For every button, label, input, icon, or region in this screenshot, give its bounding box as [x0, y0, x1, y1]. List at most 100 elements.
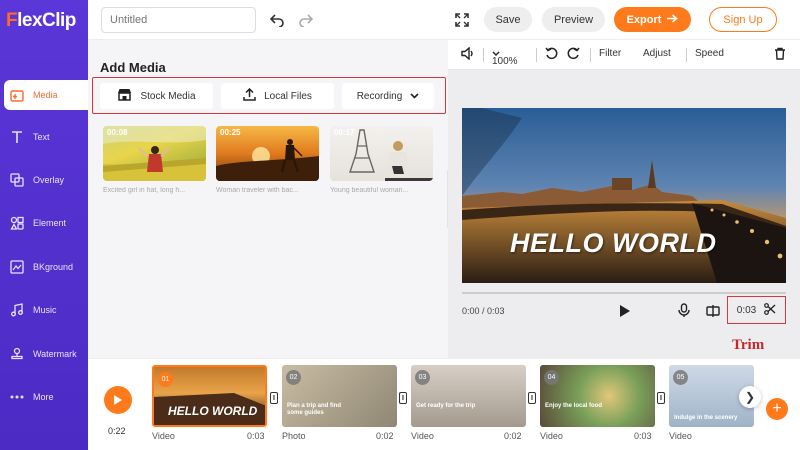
transition-icon[interactable]: I — [657, 392, 665, 404]
sidebar: FlexClip Media Text Overlay Element BKgr… — [0, 0, 88, 450]
clip-number: 05 — [673, 370, 688, 385]
clip-type: Video — [411, 431, 434, 441]
add-clip-button[interactable]: + — [766, 398, 788, 420]
save-button[interactable]: Save — [484, 7, 532, 32]
clip-duration: 0:03 — [247, 431, 265, 441]
clip-duration: 0:03 — [634, 431, 652, 441]
project-title-input[interactable] — [101, 7, 256, 33]
video-preview[interactable]: HELLO WORLD — [462, 108, 786, 283]
export-label: Export — [626, 13, 662, 26]
thumbnail-caption: Excited girl in hat, long h... — [103, 187, 186, 194]
sidebar-item-more[interactable]: More — [0, 382, 88, 412]
recording-label: Recording — [356, 90, 403, 102]
stock-media-button[interactable]: Stock Media — [100, 83, 213, 109]
video-text-overlay[interactable]: HELLO WORLD — [510, 228, 716, 259]
transition-icon[interactable]: I — [399, 392, 407, 404]
rotate-left-icon[interactable] — [545, 47, 558, 63]
export-button[interactable]: Export — [614, 7, 691, 32]
clip-type: Video — [152, 431, 175, 441]
fullscreen-icon[interactable] — [452, 10, 472, 30]
sidebar-item-label: More — [33, 392, 54, 402]
clip-number: 04 — [544, 370, 559, 385]
sidebar-item-element[interactable]: Element — [0, 208, 88, 238]
scissors-icon — [764, 302, 776, 318]
undo-icon[interactable] — [267, 10, 287, 30]
timeline: 0:22 01 HELLO WORLD Video 0:03 I 02 Plan… — [88, 358, 800, 450]
stock-thumbnail[interactable]: 00:17 — [330, 126, 433, 181]
clip-type: Video — [540, 431, 563, 441]
toolbar-divider — [590, 48, 591, 62]
music-icon — [9, 302, 25, 318]
stock-thumbnail[interactable]: 00:25 — [216, 126, 319, 181]
sign-up-button[interactable]: Sign Up — [709, 7, 777, 32]
play-icon[interactable] — [619, 304, 631, 323]
toolbar-divider — [536, 48, 537, 62]
timeline-clip[interactable]: 02 Plan a trip and find some guides — [282, 365, 397, 427]
toolbar-divider — [686, 48, 687, 62]
timeline-clip[interactable]: 03 Get ready for the trip — [411, 365, 526, 427]
trash-icon[interactable] — [774, 47, 786, 63]
sidebar-item-text[interactable]: Text — [0, 122, 88, 152]
redo-icon[interactable] — [295, 10, 315, 30]
sidebar-item-label: Element — [33, 218, 67, 228]
text-icon — [9, 129, 25, 145]
clip-number: 02 — [286, 370, 301, 385]
chevron-down-icon — [410, 91, 419, 102]
trim-annotation: Trim — [732, 337, 765, 353]
playback-progress-bar[interactable] — [462, 292, 786, 294]
clip-duration: 0:02 — [376, 431, 394, 441]
toolbar-divider — [483, 48, 484, 62]
filter-button[interactable]: Filter — [599, 48, 621, 59]
clip-number: 01 — [158, 372, 173, 387]
trim-control[interactable]: 0:03 — [727, 296, 786, 324]
timeline-play-button[interactable] — [104, 386, 132, 414]
flexclip-logo[interactable]: FlexClip — [6, 10, 76, 32]
sidebar-item-media[interactable]: Media — [4, 80, 88, 110]
transition-icon[interactable]: I — [270, 392, 278, 404]
microphone-icon[interactable] — [678, 303, 690, 323]
volume-icon[interactable] — [461, 46, 475, 63]
more-icon — [9, 389, 25, 405]
background-icon — [9, 259, 25, 275]
timeline-clip[interactable]: 01 HELLO WORLD — [152, 365, 267, 427]
media-icon — [9, 87, 25, 103]
split-icon[interactable] — [706, 304, 720, 322]
top-bar: Save Preview Export Sign Up — [88, 0, 800, 40]
speed-button[interactable]: Speed — [695, 48, 724, 59]
element-icon — [9, 215, 25, 231]
rotate-right-icon[interactable] — [567, 47, 580, 63]
stock-media-label: Stock Media — [140, 90, 196, 102]
sidebar-item-overlay[interactable]: Overlay — [0, 165, 88, 195]
zoom-select[interactable]: 100% — [492, 48, 518, 67]
sidebar-item-bkground[interactable]: BKground — [0, 252, 88, 282]
adjust-button[interactable]: Adjust — [643, 48, 671, 59]
transition-icon[interactable]: I — [528, 392, 536, 404]
stock-thumbnail[interactable]: 00:08 — [103, 126, 206, 181]
timeline-clip[interactable]: 04 Enjoy the local food — [540, 365, 655, 427]
local-files-button[interactable]: Local Files — [221, 83, 334, 109]
watermark-icon — [9, 346, 25, 362]
clip-text: HELLO WORLD — [168, 404, 258, 418]
sidebar-item-music[interactable]: Music — [0, 295, 88, 325]
thumbnail-caption: Woman traveler with bac... — [216, 187, 299, 194]
sidebar-item-watermark[interactable]: Watermark — [0, 339, 88, 369]
media-source-group: Stock Media Local Files Recording — [92, 77, 446, 114]
upload-icon — [243, 87, 256, 104]
thumbnail-duration: 00:25 — [220, 128, 241, 137]
recording-dropdown[interactable]: Recording — [342, 83, 434, 109]
preview-button[interactable]: Preview — [542, 7, 605, 32]
zoom-value: 100% — [492, 56, 518, 67]
clip-text: Indulge in the scenery — [674, 415, 738, 421]
plus-icon: + — [772, 400, 782, 417]
timeline-scroll-right[interactable]: ❯ — [739, 386, 761, 408]
overlay-icon — [9, 172, 25, 188]
sidebar-item-label: Media — [33, 90, 58, 100]
clip-text: Enjoy the local food — [545, 403, 603, 409]
sidebar-item-label: Overlay — [33, 175, 65, 185]
chevron-right-icon: ❯ — [744, 390, 756, 404]
sidebar-item-label: BKground — [33, 262, 74, 272]
preview-toolbar: 100% Filter Adjust Speed — [448, 40, 800, 70]
preview-panel: 100% Filter Adjust Speed HELLO WORLD 0:0… — [448, 40, 800, 358]
playback-time: 0:00 / 0:03 — [462, 306, 505, 316]
sidebar-item-label: Watermark — [33, 349, 77, 359]
